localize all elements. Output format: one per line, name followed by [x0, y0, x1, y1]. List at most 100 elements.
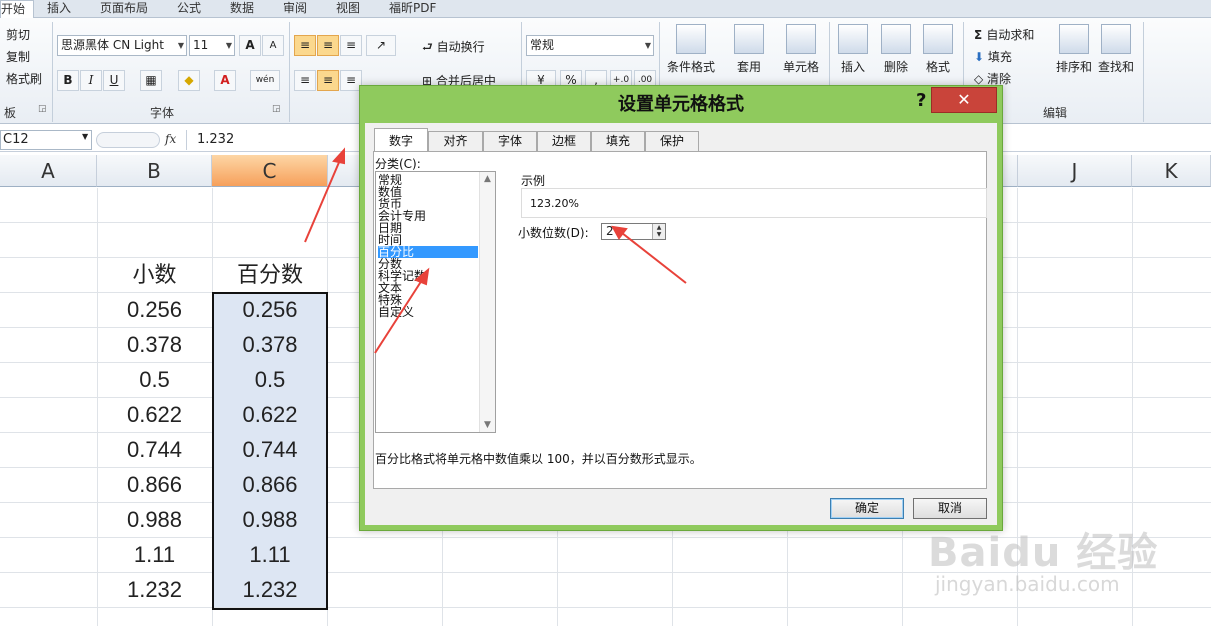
border-icon[interactable]: ▦ [140, 70, 162, 91]
number-format-value: 常规 [530, 38, 555, 52]
format-description: 百分比格式将单元格中数值乘以 100，并以百分数形式显示。 [375, 452, 702, 466]
tab-formulas[interactable]: 公式 [177, 0, 201, 18]
tab-protection[interactable]: 保护 [645, 131, 699, 151]
category-list[interactable]: 常规 数值 货币 会计专用 日期 时间 百分比 分数 科学记数 文本 特殊 自定义 ▲ ▼ [375, 171, 496, 433]
fill-button[interactable]: ⬇ 填充 [974, 48, 1012, 65]
cell-styles-label: 单元格 [782, 60, 819, 74]
cut-button[interactable]: 剪切 [6, 26, 30, 43]
conditional-format-label: 条件格式 [666, 60, 715, 74]
chevron-down-icon: ▼ [644, 41, 651, 50]
cell-decimal-value[interactable]: 0.622 [97, 397, 212, 432]
orientation-icon[interactable]: ↗ [366, 35, 396, 56]
column-header-c[interactable]: C [212, 155, 328, 187]
sample-box: 123.20% [521, 188, 987, 218]
chevron-down-icon[interactable]: ▼ [82, 132, 88, 141]
cell-decimal-value[interactable]: 0.256 [97, 292, 212, 327]
category-item[interactable]: 自定义 [378, 306, 478, 318]
format-painter-button[interactable]: 格式刷 [6, 70, 42, 87]
grow-font-button[interactable]: A [239, 35, 261, 56]
header-percent[interactable]: 百分数 [212, 257, 328, 292]
header-decimal[interactable]: 小数 [97, 257, 212, 292]
cell-decimal-value[interactable]: 0.378 [97, 327, 212, 362]
spin-down-icon[interactable]: ▼ [652, 231, 665, 239]
cell-decimal-value[interactable]: 0.988 [97, 502, 212, 537]
font-color-icon[interactable]: A [214, 70, 236, 91]
binoculars-icon [1101, 24, 1131, 54]
column-header-a[interactable]: A [0, 155, 97, 187]
underline-button[interactable]: U [103, 70, 125, 91]
clipboard-group-label: 板 [3, 106, 16, 120]
formula-expand-handle[interactable] [96, 132, 160, 148]
font-size-combo[interactable]: 11 ▼ [189, 35, 235, 56]
dialog-title: 设置单元格格式 [618, 94, 744, 115]
delete-cells-button[interactable]: 删除 [876, 24, 916, 75]
format-cells-button[interactable]: 格式 [918, 24, 958, 75]
delete-cells-icon [881, 24, 911, 54]
tab-home[interactable]: 开始 [0, 0, 35, 19]
fill-color-icon[interactable]: ◆ [178, 70, 200, 91]
category-scrollbar[interactable]: ▲ ▼ [479, 172, 495, 432]
cell-decimal-value[interactable]: 0.5 [97, 362, 212, 397]
number-tab-panel: 分类(C): 常规 数值 货币 会计专用 日期 时间 百分比 分数 科学记数 文本 特殊 自定义 ▲ … [373, 151, 987, 489]
font-launcher-icon[interactable]: ◲ [272, 104, 281, 114]
number-format-combo[interactable]: 常规 ▼ [526, 35, 654, 56]
tab-fill[interactable]: 填充 [591, 131, 645, 151]
align-center-icon[interactable]: ≡ [317, 70, 339, 91]
decimal-places-stepper[interactable]: 2 ▲ ▼ [601, 223, 666, 240]
column-header-k[interactable]: K [1132, 155, 1211, 187]
tab-border[interactable]: 边框 [537, 131, 591, 151]
close-button[interactable]: ✕ [931, 87, 997, 113]
format-as-table-button[interactable]: 套用 [722, 24, 776, 75]
insert-cells-button[interactable]: 插入 [833, 24, 873, 75]
editing-group-label: 编辑 [1042, 106, 1067, 120]
tab-data[interactable]: 数据 [230, 0, 254, 18]
tab-page-layout[interactable]: 页面布局 [100, 0, 148, 18]
fill-label: 填充 [987, 50, 1012, 64]
align-top-icon[interactable]: ≡ [294, 35, 316, 56]
find-select-label: 查找和 [1097, 60, 1134, 74]
sort-filter-button[interactable]: 排序和 [1054, 24, 1094, 75]
tab-foxit-pdf[interactable]: 福昕PDF [389, 0, 436, 18]
function-icon[interactable]: fx [165, 132, 176, 146]
copy-button[interactable]: 复制 [6, 48, 30, 65]
scroll-down-icon[interactable]: ▼ [484, 420, 491, 430]
delete-cells-label: 删除 [883, 60, 908, 74]
shrink-font-button[interactable]: A [262, 35, 284, 56]
align-middle-icon[interactable]: ≡ [317, 35, 339, 56]
category-label: 分类(C): [375, 157, 421, 171]
tab-font[interactable]: 字体 [483, 131, 537, 151]
clipboard-launcher-icon[interactable]: ◲ [38, 104, 47, 114]
tab-alignment[interactable]: 对齐 [428, 131, 483, 151]
format-cells-label: 格式 [925, 60, 950, 74]
column-header-b[interactable]: B [97, 155, 212, 187]
tab-review[interactable]: 审阅 [283, 0, 307, 18]
scroll-up-icon[interactable]: ▲ [484, 174, 491, 184]
wrap-text-button[interactable]: ⮐ 自动换行 [422, 38, 485, 59]
cancel-button[interactable]: 取消 [913, 498, 987, 519]
cell-decimal-value[interactable]: 0.744 [97, 432, 212, 467]
align-left-icon[interactable]: ≡ [294, 70, 316, 91]
conditional-format-button[interactable]: 条件格式 [664, 24, 718, 75]
cell-decimal-value[interactable]: 1.11 [97, 537, 212, 572]
bold-button[interactable]: B [57, 70, 79, 91]
phonetic-icon[interactable]: wén [250, 70, 280, 91]
autosum-button[interactable]: Σ 自动求和 [974, 26, 1034, 43]
cell-decimal-value[interactable]: 0.866 [97, 467, 212, 502]
font-size-value: 11 [193, 38, 209, 52]
name-box[interactable]: C12 [0, 130, 92, 150]
font-name-value: 思源黑体 CN Light [61, 38, 164, 52]
tab-insert[interactable]: 插入 [47, 0, 71, 18]
tab-number[interactable]: 数字 [374, 128, 428, 152]
find-select-button[interactable]: 查找和 [1096, 24, 1136, 75]
cell-decimal-value[interactable]: 1.232 [97, 572, 212, 607]
tab-view[interactable]: 视图 [336, 0, 360, 18]
decimal-places-value: 2 [606, 224, 614, 238]
insert-cells-icon [838, 24, 868, 54]
font-name-combo[interactable]: 思源黑体 CN Light ▼ [57, 35, 187, 56]
column-header-j[interactable]: J [1018, 155, 1132, 187]
help-icon[interactable]: ? [916, 90, 926, 111]
italic-button[interactable]: I [80, 70, 102, 91]
align-bottom-icon[interactable]: ≡ [340, 35, 362, 56]
cell-styles-button[interactable]: 单元格 [776, 24, 826, 75]
ok-button[interactable]: 确定 [830, 498, 904, 519]
